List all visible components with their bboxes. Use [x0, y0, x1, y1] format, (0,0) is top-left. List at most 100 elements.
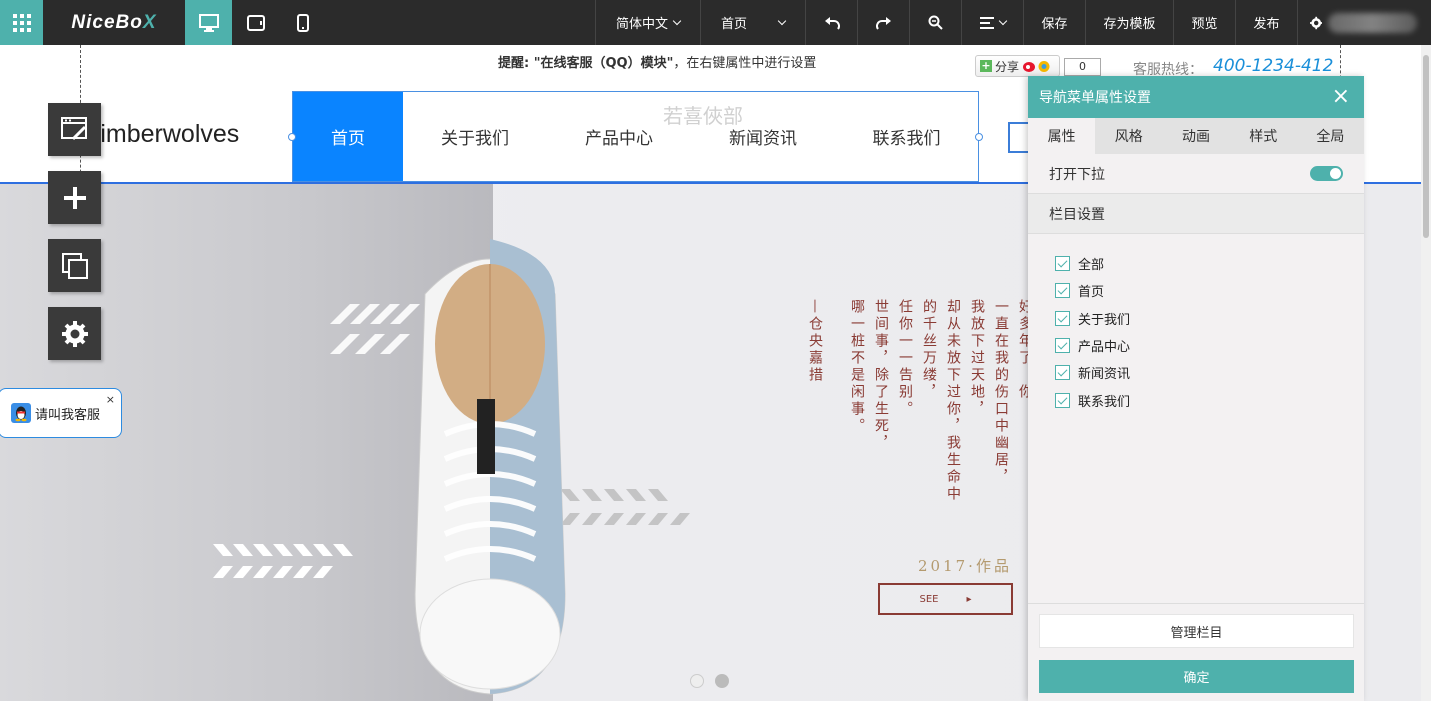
sneaker-image: [414, 239, 566, 695]
check-label: 全部: [1078, 258, 1105, 274]
qq-service-widget[interactable]: 请叫我客服 ×: [0, 388, 122, 438]
user-name-blurred: [1328, 12, 1417, 33]
arrow-right-icon: ▸: [966, 593, 972, 605]
tab-style[interactable]: 风格: [1095, 118, 1162, 154]
chevron-pattern-decoration: [560, 489, 690, 525]
page-label: 首页: [720, 17, 747, 32]
manage-columns-button[interactable]: 管理栏目: [1039, 614, 1354, 648]
zoom-out-button[interactable]: [909, 0, 961, 45]
weibo-qzone-icons: [1023, 60, 1050, 72]
panel-footer: 管理栏目 确定: [1028, 603, 1364, 701]
tab-appearance[interactable]: 样式: [1230, 118, 1297, 154]
nav-item-about[interactable]: 关于我们: [403, 92, 547, 181]
share-count: 0: [1064, 58, 1101, 76]
notice-bold: "在线客服（QQ）模块": [533, 56, 674, 71]
check-label: 新闻资讯: [1078, 367, 1131, 383]
checkbox-checked[interactable]: [1055, 365, 1070, 381]
checkbox-checked[interactable]: [1055, 338, 1070, 354]
user-menu[interactable]: [1297, 0, 1431, 45]
check-item-news[interactable]: 新闻资讯: [1055, 359, 1364, 386]
slider-dot-1[interactable]: [690, 674, 704, 688]
save-template-button[interactable]: 存为模板: [1085, 0, 1173, 45]
poem-col-4: 却从未放下过你，我生命中: [945, 299, 961, 503]
nav-menu[interactable]: 首页 关于我们 产品中心 新闻资讯 联系我们 若喜俠部: [292, 91, 979, 182]
check-label: 关于我们: [1078, 312, 1131, 328]
panel-header: 导航菜单属性设置 ×: [1028, 76, 1364, 118]
poem-col-5: 的千丝万缕，: [921, 299, 937, 401]
check-item-contact[interactable]: 联系我们: [1055, 386, 1364, 413]
checkbox-checked[interactable]: [1055, 310, 1070, 326]
dropdown-toggle-switch[interactable]: [1310, 166, 1343, 181]
check-label: 产品中心: [1078, 340, 1131, 356]
undo-icon: [824, 16, 840, 30]
tab-global[interactable]: 全局: [1297, 118, 1364, 154]
scrollbar-thumb[interactable]: [1423, 55, 1429, 238]
checkbox-checked[interactable]: [1055, 392, 1070, 408]
redo-button[interactable]: [857, 0, 909, 45]
check-item-home[interactable]: 首页: [1055, 277, 1364, 304]
copy-button[interactable]: [48, 239, 101, 292]
banner-year: 2017·作品: [918, 557, 1012, 575]
save-template-label: 存为模板: [1103, 17, 1156, 32]
settings-button[interactable]: [48, 307, 101, 360]
preview-label: 预览: [1191, 17, 1218, 32]
column-checklist: 全部 首页 关于我们 产品中心 新闻资讯 联系我们: [1028, 234, 1364, 414]
nicebox-logo: NiceBo X: [43, 0, 185, 45]
check-item-about[interactable]: 关于我们: [1055, 305, 1364, 332]
check-item-all[interactable]: 全部: [1055, 250, 1364, 277]
poem-col-8: 哪一桩不是闲事。: [849, 299, 865, 435]
checkbox-checked[interactable]: [1055, 283, 1070, 299]
poem-col-2: 一直在我的伤口中幽居，: [993, 299, 1009, 486]
slider-dot-2[interactable]: [715, 674, 729, 688]
check-item-products[interactable]: 产品中心: [1055, 332, 1364, 359]
window-edit-icon: [60, 116, 87, 140]
apps-grid-icon[interactable]: [0, 0, 43, 45]
publish-label: 发布: [1253, 17, 1280, 32]
confirm-button[interactable]: 确定: [1039, 660, 1354, 693]
checkbox-checked[interactable]: [1055, 256, 1070, 272]
chevron-down-icon: [777, 16, 787, 25]
page-scrollbar[interactable]: [1421, 45, 1431, 701]
nav-properties-panel: 导航菜单属性设置 × 属性 风格 动画 样式 全局 打开下拉 栏目设置 全部 首…: [1028, 76, 1364, 701]
close-icon[interactable]: ×: [106, 393, 115, 406]
check-label: 首页: [1078, 285, 1105, 301]
page-select[interactable]: 首页: [700, 0, 805, 45]
plus-icon: [63, 186, 86, 209]
mobile-view-icon[interactable]: [279, 0, 326, 45]
resize-handle-left[interactable]: [288, 133, 296, 141]
edit-page-button[interactable]: [48, 103, 101, 156]
tab-properties[interactable]: 属性: [1028, 118, 1096, 154]
redo-icon: [875, 16, 891, 30]
add-module-button[interactable]: [48, 171, 101, 224]
check-label: 联系我们: [1078, 394, 1131, 410]
hotline-number: 400-1234-412: [1213, 56, 1334, 76]
preview-button[interactable]: 预览: [1173, 0, 1235, 45]
logo-text: NiceBo: [71, 11, 143, 33]
poem-col-3: 我放下过天地，: [969, 299, 985, 418]
tab-animation[interactable]: 动画: [1162, 118, 1229, 154]
see-label: SEE: [919, 593, 939, 605]
gear-icon: [61, 320, 88, 347]
share-label: 分享: [995, 59, 1020, 74]
editor-toolbar: NiceBo X 简体中文 首页 保存 存为模板 预览 发布: [0, 0, 1431, 45]
language-select[interactable]: 简体中文: [595, 0, 700, 45]
resize-handle-right[interactable]: [975, 133, 983, 141]
align-menu[interactable]: [961, 0, 1023, 45]
nav-item-contact[interactable]: 联系我们: [835, 92, 978, 181]
chevron-down-icon: [998, 16, 1007, 25]
undo-button[interactable]: [805, 0, 857, 45]
close-icon[interactable]: ×: [1332, 86, 1350, 108]
nav-item-home[interactable]: 首页: [293, 92, 403, 181]
language-label: 简体中文: [615, 17, 668, 32]
share-button[interactable]: + 分享: [975, 55, 1060, 77]
desktop-view-icon[interactable]: [185, 0, 232, 45]
poem-col-7: 世间事，除了生死，: [873, 299, 889, 452]
notice-suffix: ，在右键属性中进行设置: [673, 56, 817, 71]
publish-button[interactable]: 发布: [1235, 0, 1297, 45]
save-button[interactable]: 保存: [1023, 0, 1085, 45]
see-button[interactable]: SEE ▸: [878, 583, 1013, 615]
poem-col-6: 任你一一告别。: [897, 299, 913, 418]
chevron-down-icon: [672, 16, 682, 25]
tablet-view-icon[interactable]: [232, 0, 279, 45]
poem-signature: —仓央嘉措: [807, 299, 823, 384]
